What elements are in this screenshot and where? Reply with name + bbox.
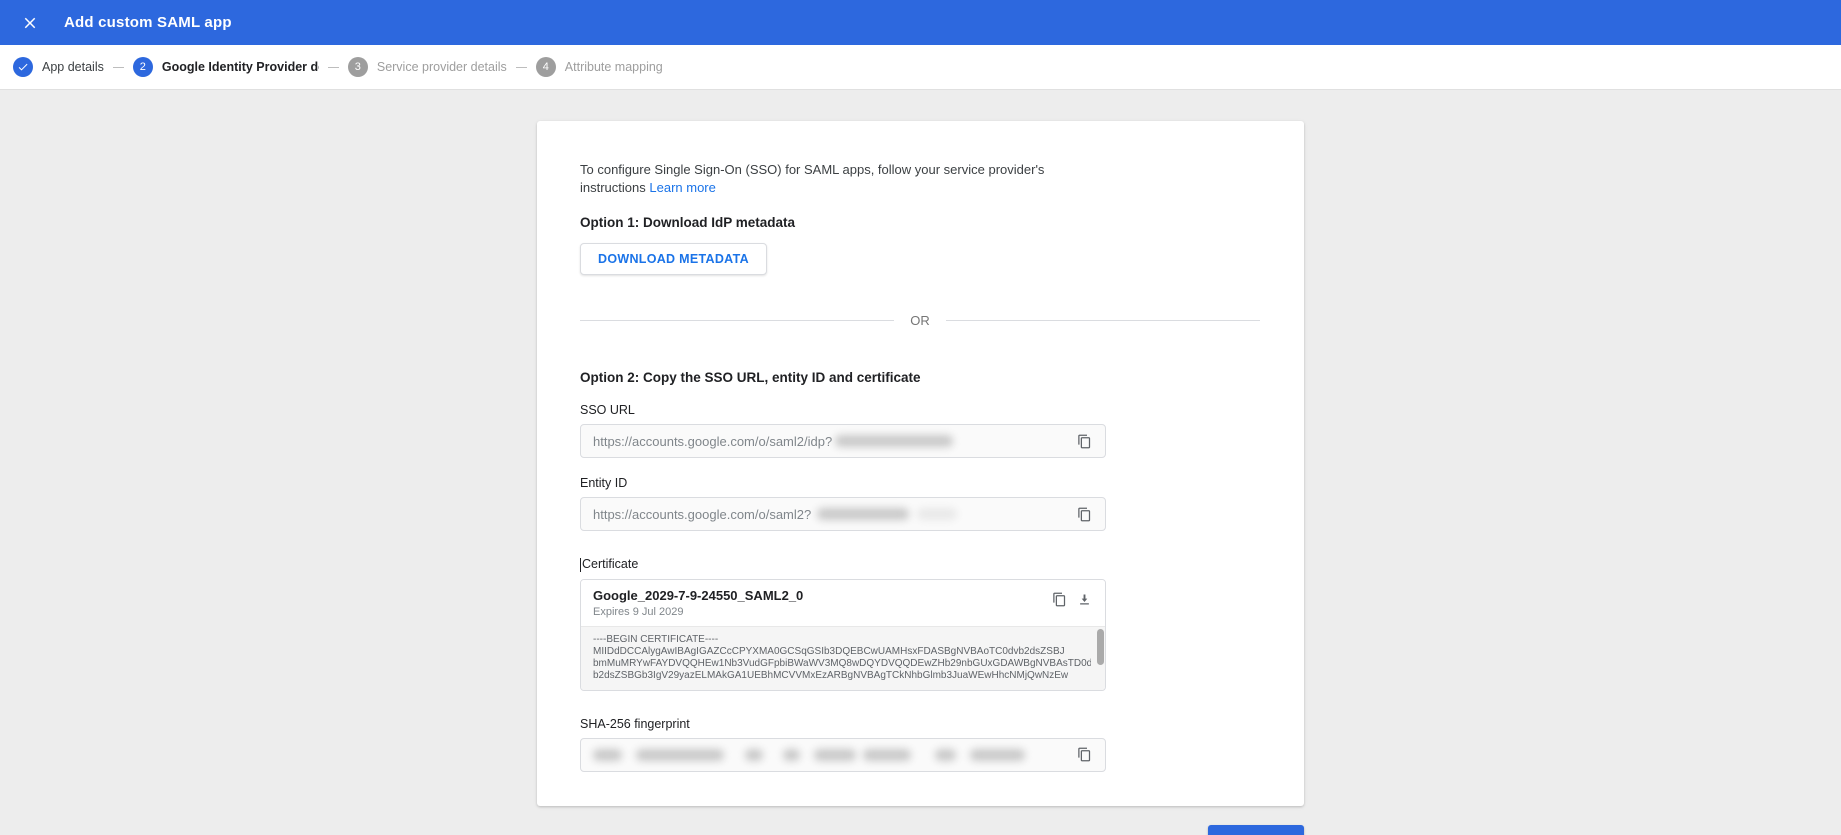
redacted-sso-url-suffix [835,435,954,447]
idp-details-card: To configure Single Sign-On (SSO) for SA… [537,121,1304,806]
sso-url-field: https://accounts.google.com/o/saml2/idp? [580,424,1106,458]
step-connector [327,66,339,68]
certificate-body: ----BEGIN CERTIFICATE---- MIIDdDCCAlygAw… [581,625,1105,690]
certificate-expiry: Expires 9 Jul 2029 [593,605,684,618]
step-app-details[interactable]: App details [13,57,104,77]
download-certificate-icon[interactable] [1072,588,1096,612]
entity-id-field: https://accounts.google.com/o/saml2? [580,497,1106,531]
step-label: Service provider details [376,60,507,74]
main-area: To configure Single Sign-On (SSO) for SA… [0,90,1841,835]
close-icon[interactable] [16,9,44,37]
step-connector [515,66,527,68]
sso-url-value: https://accounts.google.com/o/saml2/idp? [593,433,833,449]
certificate-label: Certificate [580,557,1106,572]
intro-text: To configure Single Sign-On (SSO) for SA… [580,161,1106,197]
option1-heading: Option 1: Download IdP metadata [580,215,796,230]
certificate-actions [1047,588,1096,618]
certificate-header: Google_2029-7-9-24550_SAML2_0 Expires 9 … [581,579,1105,626]
certificate-line: ----BEGIN CERTIFICATE---- [593,633,719,645]
step-label: App details [42,60,104,74]
text-caret [580,557,581,572]
continue-button[interactable]: CONTINUE [1208,824,1304,835]
copy-sso-url-icon[interactable] [1072,429,1096,453]
certificate-scrollbar[interactable] [1097,628,1104,665]
dialog-title: Add custom SAML app [64,14,232,31]
sha256-label: SHA-256 fingerprint [580,716,690,731]
wizard-footer: BACK CANCEL CONTINUE [537,824,1304,835]
step-connector [112,66,124,68]
or-divider: OR [580,313,1260,328]
wizard-stepper: App details 2 Google Identity Provider d… [0,45,1841,90]
step-service-provider-details[interactable]: 3 Service provider details [347,57,507,77]
certificate-name: Google_2029-7-9-24550_SAML2_0 [593,587,804,603]
learn-more-link[interactable]: Learn more [649,180,715,195]
certificate-label-text: Certificate [582,557,639,571]
copy-sha256-icon[interactable] [1072,743,1096,767]
divider-line [945,320,1260,321]
copy-entity-id-icon[interactable] [1072,502,1096,526]
step-label: Google Identity Provider details [161,60,319,74]
dialog-titlebar: Add custom SAML app [0,0,1841,45]
redacted-sha256-value [593,748,1025,761]
sso-url-label: SSO URL [580,403,635,417]
redacted-entity-id-suffix [817,508,910,520]
step-label: Attribute mapping [564,60,663,74]
entity-id-value: https://accounts.google.com/o/saml2? [593,506,812,522]
step-google-idp-details[interactable]: 2 Google Identity Provider details [132,57,319,77]
step-attribute-mapping[interactable]: 4 Attribute mapping [535,57,663,77]
redacted-entity-id-suffix [917,508,958,520]
certificate-meta: Google_2029-7-9-24550_SAML2_0 Expires 9 … [593,588,803,618]
entity-id-label: Entity ID [580,476,628,490]
certificate-box: Google_2029-7-9-24550_SAML2_0 Expires 9 … [580,578,1106,691]
step-number: 2 [132,57,153,77]
or-label: OR [910,313,930,328]
add-custom-saml-app-dialog: Add custom SAML app App details 2 Google… [0,0,1841,835]
step-completed-check-icon [13,57,33,77]
step-number: 3 [347,57,368,77]
option2-heading: Option 2: Copy the SSO URL, entity ID an… [580,370,921,385]
step-number: 4 [535,57,556,77]
certificate-line: b2dsZSBGb3IgV29yazELMAkGA1UEBhMCVVMxEzAR… [593,669,1069,681]
divider-line [580,320,895,321]
download-metadata-button[interactable]: DOWNLOAD METADATA [580,243,767,275]
certificate-line: bmMuMRYwFAYDVQQHEw1Nb3VudGFpbiBWaWV3MQ8w… [593,657,1091,669]
sha256-field [580,737,1106,772]
certificate-line: MIIDdDCCAlygAwIBAgIGAZCcCPYXMA0GCSqGSIb3… [593,645,1065,657]
copy-certificate-icon[interactable] [1047,588,1071,612]
